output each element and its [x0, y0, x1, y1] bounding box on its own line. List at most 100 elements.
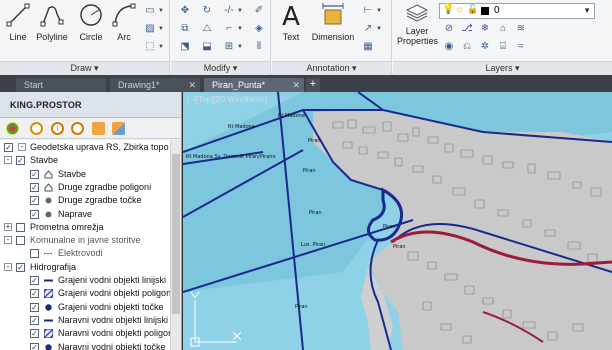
layer-off-icon[interactable]: ⊘: [441, 22, 457, 36]
fillet-icon[interactable]: ⌐: [221, 22, 237, 36]
boundary-icon[interactable]: ⬚: [142, 40, 158, 54]
erase-icon[interactable]: ✐: [251, 4, 267, 18]
expander-icon[interactable]: -: [4, 262, 12, 271]
layer-tree-row[interactable]: ✓ Druge zgradbe točke: [0, 194, 170, 207]
fillet-dropdown-icon[interactable]: ▼: [237, 22, 245, 36]
viewport-controls-label[interactable]: [–][Top][2D Wireframe]: [187, 95, 267, 104]
layer-properties-tool[interactable]: Layer Properties: [397, 2, 438, 46]
tag-icon[interactable]: [92, 122, 105, 135]
expander-icon[interactable]: +: [4, 222, 12, 231]
annotation-panel-title[interactable]: Annotation ▾: [272, 61, 391, 75]
layer-freeze-icon[interactable]: ❄: [477, 22, 493, 36]
tab-piran-punta[interactable]: Piran_Punta* ✕: [204, 78, 304, 92]
scrollbar-thumb[interactable]: [172, 154, 180, 314]
layer-checkbox[interactable]: ✓: [30, 276, 39, 285]
boundary-dropdown-icon[interactable]: ▼: [158, 40, 166, 54]
draw-panel-title[interactable]: Draw ▾: [0, 61, 169, 75]
modify-panel-title[interactable]: Modify ▾: [171, 61, 270, 75]
stretch-icon[interactable]: ⬔: [177, 40, 193, 54]
move-icon[interactable]: ✥: [177, 4, 193, 18]
layer-tree-row[interactable]: - ✓ Hidrografija: [0, 261, 170, 274]
table-icon[interactable]: ▦: [360, 40, 376, 54]
layer-match-icon[interactable]: ≋: [513, 22, 529, 36]
expander-icon[interactable]: -: [4, 156, 12, 165]
trim-dropdown-icon[interactable]: ▼: [237, 4, 245, 18]
layer-checkbox[interactable]: ✓: [30, 302, 39, 312]
tab-start[interactable]: Start: [16, 78, 106, 92]
layer-tree-row[interactable]: - ✓ Stavbe: [0, 154, 170, 167]
layer-tree-row[interactable]: ✓ Naravni vodni objekti linijski: [0, 314, 170, 327]
layer-thaw-icon[interactable]: ✲: [477, 40, 493, 54]
hatch-dropdown-icon[interactable]: ▼: [158, 22, 166, 36]
layer-tree-row[interactable]: ✓ Stavbe: [0, 168, 170, 181]
layer-dropdown-arrow-icon[interactable]: ▼: [583, 6, 591, 15]
layer-tree-row[interactable]: ✓ Naprave: [0, 208, 170, 221]
mirror-icon[interactable]: ⧍: [199, 22, 215, 36]
layer-checkbox[interactable]: ✓: [16, 156, 25, 166]
dimension-tool[interactable]: Dimension: [310, 2, 356, 42]
layer-walk-icon[interactable]: ≈: [513, 40, 529, 54]
leader-dropdown-icon[interactable]: ▼: [376, 22, 384, 36]
leader-icon[interactable]: ↗: [360, 22, 376, 36]
trim-icon[interactable]: -/-: [221, 4, 237, 18]
layer-checkbox[interactable]: ✓: [30, 329, 39, 339]
hatch-tool-icon[interactable]: ▨: [142, 22, 158, 36]
layer-checkbox[interactable]: [30, 249, 39, 259]
text-tool[interactable]: A Text: [278, 2, 304, 42]
layer-dropdown[interactable]: 💡 ☼ 🔓 0 ▼: [439, 3, 595, 19]
layer-checkbox[interactable]: [16, 222, 25, 232]
tab-drawing1-close-icon[interactable]: ✕: [188, 78, 196, 92]
layer-checkbox[interactable]: [16, 236, 25, 246]
settings-icon[interactable]: [71, 122, 84, 135]
layer-tree-row[interactable]: ✓ Grajeni vodni objekti točke: [0, 301, 170, 314]
map-canvas[interactable]: Rt Madona Rt Madona Piran Rt Madona Sv. …: [183, 92, 612, 350]
rectangle-dropdown-icon[interactable]: ▼: [158, 4, 166, 18]
layer-tree-row[interactable]: ✓ Grajeni vodni objekti linijski: [0, 274, 170, 287]
layer-tree-row[interactable]: ✓ Naravni vodni objekti poligoni: [0, 327, 170, 340]
rotate-icon[interactable]: ↻: [199, 4, 215, 18]
drawing-viewport[interactable]: Rt Madona Rt Madona Piran Rt Madona Sv. …: [183, 92, 612, 350]
layer-checkbox[interactable]: ✓: [30, 289, 39, 299]
layer-checkbox[interactable]: ✓: [4, 143, 13, 152]
layer-checkbox[interactable]: ✓: [30, 182, 39, 192]
layers-tool-icon[interactable]: [6, 122, 19, 135]
layer-checkbox[interactable]: ✓: [30, 196, 39, 206]
layer-unlock-icon[interactable]: ⌸: [495, 40, 511, 54]
layer-tree-row[interactable]: ✓ - Geodetska uprava RS, Zbirka topo: [0, 141, 170, 154]
copy-icon[interactable]: ⧉: [177, 22, 193, 36]
layer-lock-icon[interactable]: ⌂: [495, 22, 511, 36]
layer-isolate-icon[interactable]: ⎇: [459, 22, 475, 36]
layer-tree-row[interactable]: ✓ Druge zgradbe poligoni: [0, 181, 170, 194]
layer-checkbox[interactable]: ✓: [30, 342, 39, 350]
tab-drawing1[interactable]: Drawing1* ✕: [110, 78, 200, 92]
new-tab-button[interactable]: +: [306, 78, 320, 92]
layer-tree-row[interactable]: - Komunalne in javne storitve: [0, 234, 170, 247]
info-icon[interactable]: i: [51, 122, 64, 135]
linear-dim-dropdown-icon[interactable]: ▼: [376, 4, 384, 18]
array-icon[interactable]: ⊞: [221, 40, 237, 54]
layer-tree-row[interactable]: ✓ Naravni vodni objekti točke: [0, 341, 170, 350]
layer-checkbox[interactable]: ✓: [30, 209, 39, 219]
circle-tool[interactable]: Circle: [76, 2, 106, 42]
layer-tree-row[interactable]: Elektrovodi: [0, 247, 170, 260]
array-dropdown-icon[interactable]: ▼: [237, 40, 245, 54]
layer-tree-scrollbar[interactable]: [170, 140, 181, 350]
layer-on-icon[interactable]: ◉: [441, 40, 457, 54]
explode-icon[interactable]: ◈: [251, 22, 267, 36]
line-tool[interactable]: Line: [4, 2, 32, 42]
scale-icon[interactable]: ⬓: [199, 40, 215, 54]
arc-tool[interactable]: Arc: [110, 2, 138, 42]
search-icon[interactable]: [30, 122, 43, 135]
layer-checkbox[interactable]: ✓: [30, 315, 39, 325]
layer-checkbox[interactable]: ✓: [30, 169, 39, 179]
tab-piran-punta-close-icon[interactable]: ✕: [292, 78, 300, 92]
layer-tree-row[interactable]: ✓ Grajeni vodni objekti poligoni: [0, 287, 170, 300]
layer-unisolate-icon[interactable]: ⎌: [459, 40, 475, 54]
map-icon[interactable]: [112, 122, 125, 135]
linear-dim-icon[interactable]: ⊢: [360, 4, 376, 18]
rectangle-icon[interactable]: ▭: [142, 4, 158, 18]
polyline-tool[interactable]: Polyline: [34, 2, 70, 42]
expander-icon[interactable]: -: [18, 143, 26, 151]
layers-panel-title[interactable]: Layers ▾: [393, 61, 612, 75]
layer-tree-row[interactable]: + Prometna omrežja: [0, 221, 170, 234]
